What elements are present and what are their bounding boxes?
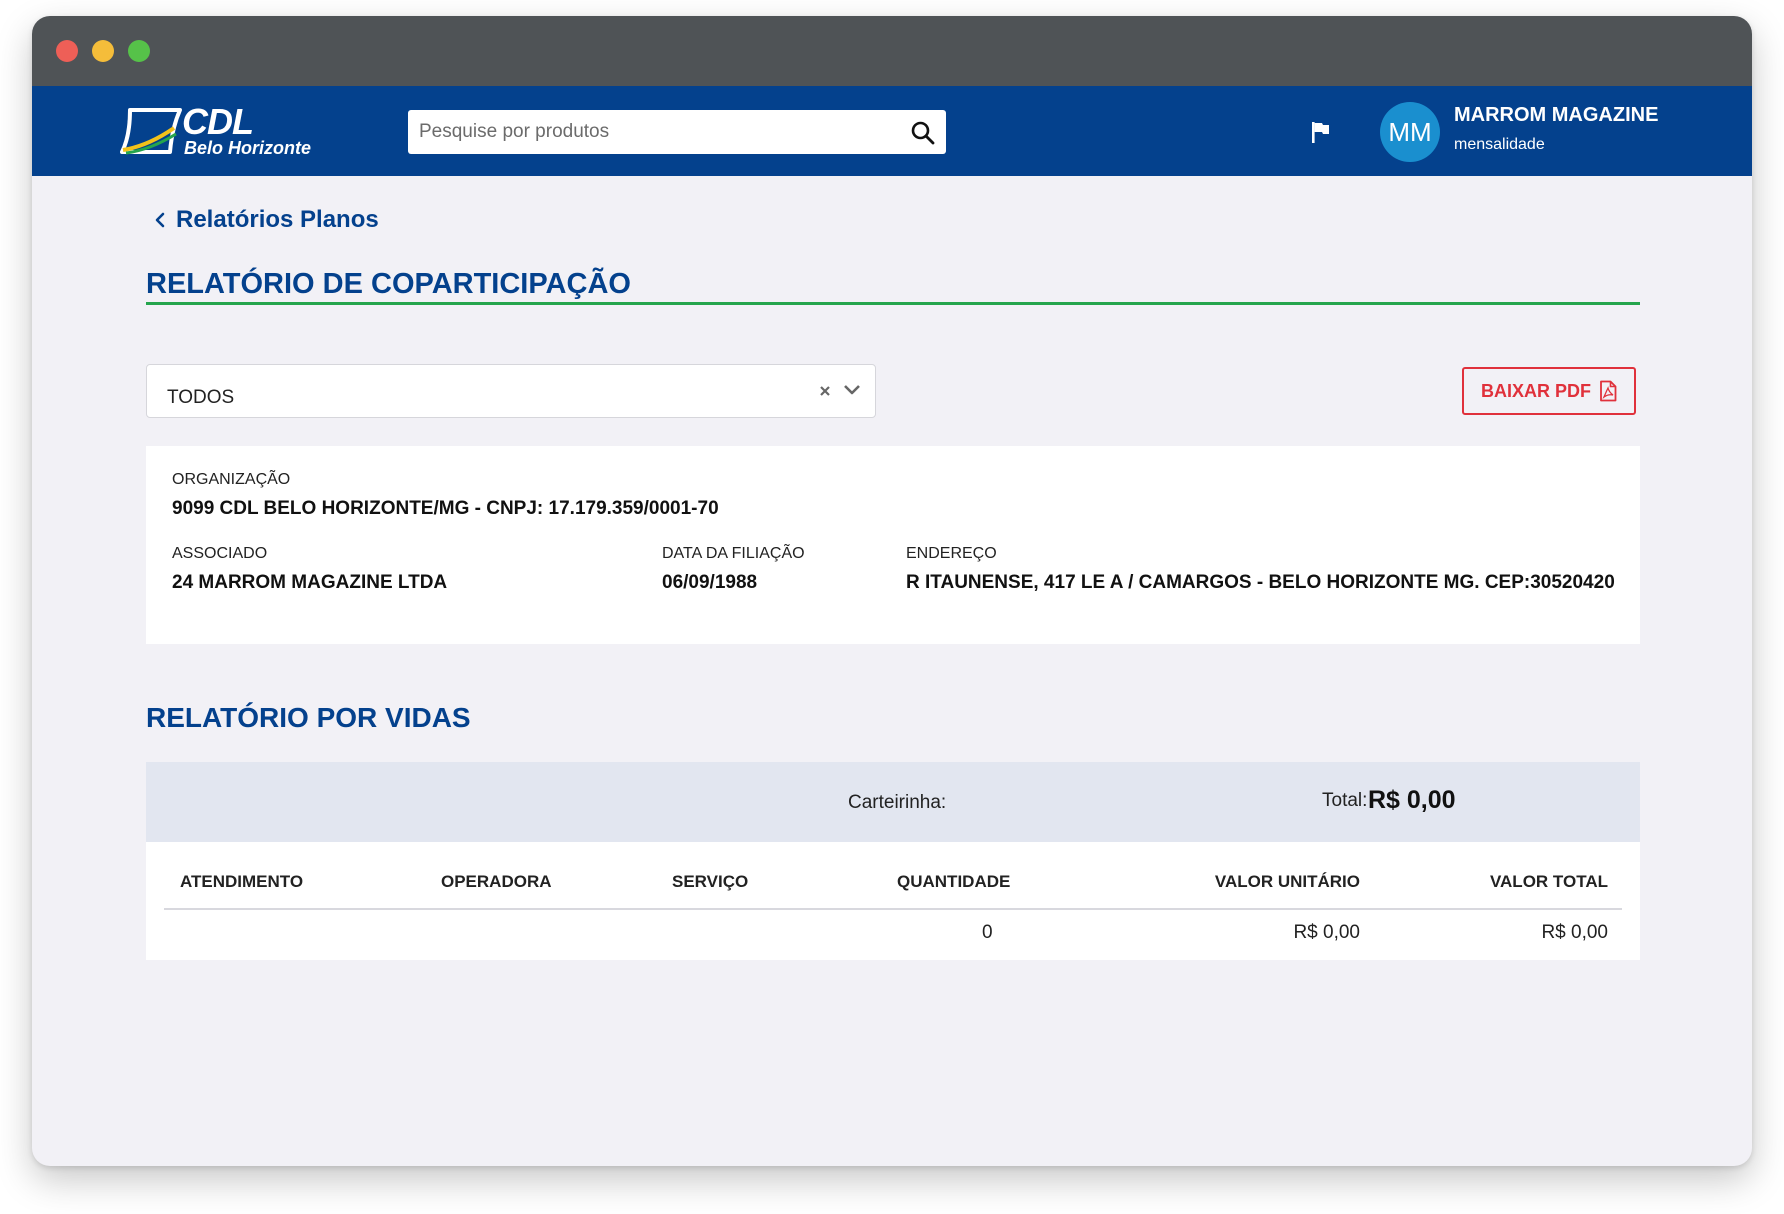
section-title-vidas: RELATÓRIO POR VIDAS bbox=[146, 702, 471, 733]
user-plan: mensalidade bbox=[1454, 136, 1545, 153]
column-header-operadora: OPERADORA bbox=[441, 872, 552, 891]
search-icon[interactable] bbox=[910, 120, 936, 146]
chevron-down-icon[interactable] bbox=[843, 383, 861, 397]
user-name[interactable]: MARROM MAGAZINE bbox=[1454, 104, 1658, 127]
zoom-window-button[interactable] bbox=[128, 40, 150, 62]
column-header-atendimento: ATENDIMENTO bbox=[180, 872, 304, 891]
close-window-button[interactable] bbox=[56, 40, 78, 62]
clear-icon[interactable] bbox=[817, 383, 833, 399]
cell-quantidade: 0 bbox=[982, 922, 993, 943]
flag-icon[interactable] bbox=[1310, 120, 1332, 144]
back-link-label: Relatórios Planos bbox=[176, 206, 379, 233]
organizacao-label: ORGANIZAÇÃO bbox=[172, 471, 291, 488]
organizacao-value: 9099 CDL BELO HORIZONTE/MG - CNPJ: 17.17… bbox=[172, 498, 719, 519]
column-header-servico: SERVIÇO bbox=[672, 872, 749, 891]
column-header-quantidade: QUANTIDADE bbox=[897, 872, 1011, 891]
organization-select[interactable]: TODOS bbox=[146, 364, 876, 418]
carteirinha-label: Carteirinha: bbox=[848, 792, 947, 813]
download-pdf-button[interactable]: BAIXAR PDF bbox=[1462, 367, 1636, 415]
search-input[interactable] bbox=[408, 110, 888, 154]
table-header-divider bbox=[164, 908, 1622, 910]
cell-valor-unitario: R$ 0,00 bbox=[1293, 922, 1360, 943]
avatar[interactable]: MM bbox=[1380, 102, 1440, 162]
page-title: RELATÓRIO DE COPARTICIPAÇÃO bbox=[146, 268, 631, 300]
organization-info-card: ORGANIZAÇÃO 9099 CDL BELO HORIZONTE/MG -… bbox=[146, 446, 1640, 644]
total-value: R$ 0,00 bbox=[1368, 786, 1456, 814]
pdf-file-icon bbox=[1600, 380, 1617, 402]
title-divider bbox=[146, 302, 1640, 305]
cdl-logo-mark-icon bbox=[120, 108, 182, 155]
browser-window: CDL Belo Horizonte MM MARROM MAGAZINE me… bbox=[32, 16, 1752, 1166]
associado-label: ASSOCIADO bbox=[172, 545, 268, 562]
data-filiacao-label: DATA DA FILIAÇÃO bbox=[662, 545, 805, 562]
back-link[interactable]: Relatórios Planos bbox=[154, 206, 379, 234]
logo-title: CDL bbox=[182, 101, 254, 142]
select-value: TODOS bbox=[167, 387, 235, 408]
app-header: CDL Belo Horizonte MM MARROM MAGAZINE me… bbox=[32, 86, 1752, 176]
total-label: Total: bbox=[1322, 790, 1368, 811]
endereco-label: ENDEREÇO bbox=[906, 545, 997, 562]
window-titlebar bbox=[32, 16, 1752, 86]
endereco-value: R ITAUNENSE, 417 LE A / CAMARGOS - BELO … bbox=[906, 572, 1615, 593]
minimize-window-button[interactable] bbox=[92, 40, 114, 62]
column-header-valor-total: VALOR TOTAL bbox=[1489, 872, 1608, 891]
column-header-valor-unitario: VALOR UNITÁRIO bbox=[1214, 872, 1360, 891]
logo-subtitle: Belo Horizonte bbox=[184, 138, 312, 158]
associado-value: 24 MARROM MAGAZINE LTDA bbox=[172, 572, 448, 593]
data-filiacao-value: 06/09/1988 bbox=[662, 572, 758, 593]
search-bar bbox=[408, 110, 946, 154]
vidas-summary-bar: Carteirinha: Total: R$ 0,00 bbox=[146, 762, 1640, 842]
cell-valor-total: R$ 0,00 bbox=[1541, 922, 1608, 943]
download-pdf-label: BAIXAR PDF bbox=[1480, 380, 1591, 401]
vidas-table: ATENDIMENTO OPERADORA SERVIÇO QUANTIDADE… bbox=[146, 842, 1640, 960]
cdl-logo[interactable]: CDL Belo Horizonte bbox=[120, 100, 320, 162]
chevron-left-icon bbox=[155, 212, 165, 228]
